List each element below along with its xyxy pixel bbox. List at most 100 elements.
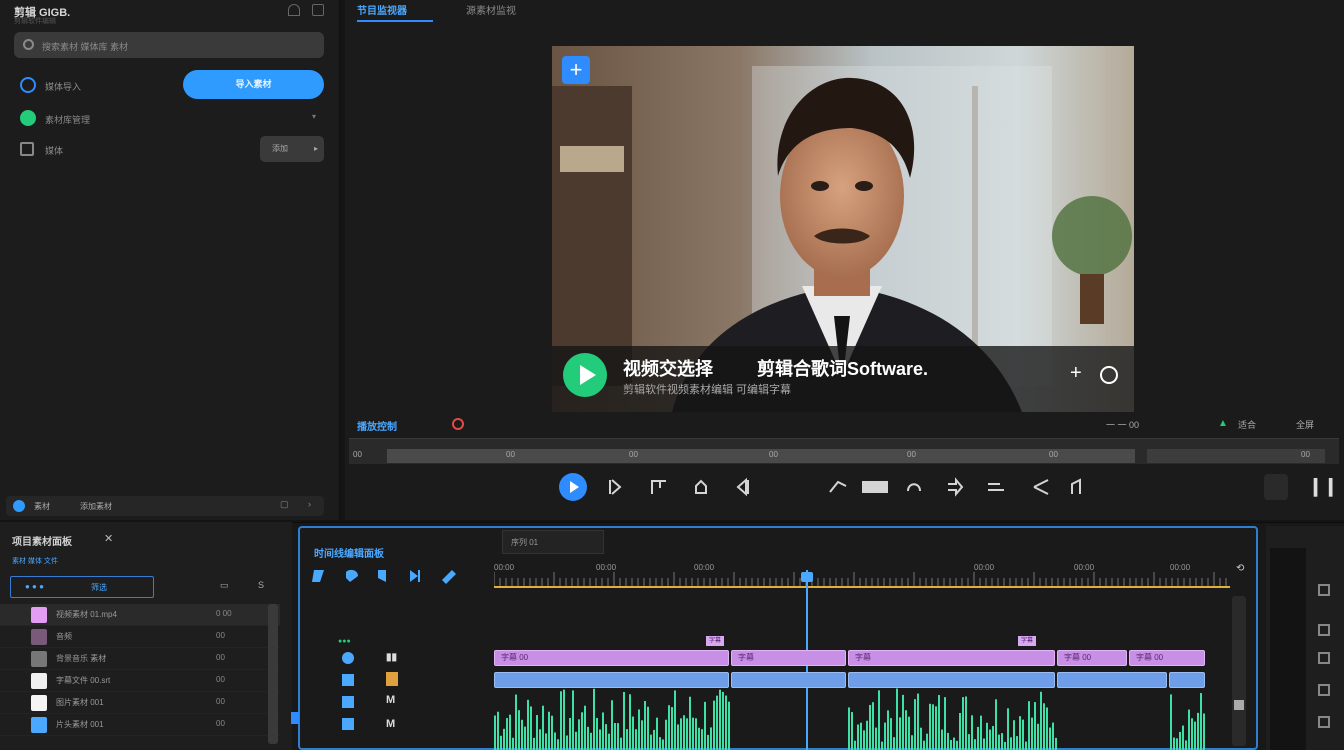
- audio-waveform[interactable]: [494, 688, 1206, 750]
- video-clip[interactable]: [1057, 672, 1167, 688]
- chevron-right-icon[interactable]: ›: [308, 499, 311, 509]
- list-item[interactable]: 片头素材 001 00: [0, 714, 280, 736]
- waveform-bar: [620, 737, 622, 750]
- razor-tool-icon: [410, 570, 420, 582]
- title-clip[interactable]: 字幕: [731, 650, 846, 666]
- list-view-icon[interactable]: ▭: [220, 580, 229, 591]
- timeline-ruler[interactable]: 00:00 00:00 00:00 00:00 00:00 00:00: [494, 562, 1230, 588]
- project-filter-tabs[interactable]: ● ● ● 筛选: [10, 576, 154, 598]
- audio-track-icon[interactable]: [342, 718, 354, 730]
- waveform-bar: [542, 705, 544, 750]
- solo-icon[interactable]: M: [386, 718, 395, 730]
- grid-icon[interactable]: [312, 4, 324, 16]
- list-item[interactable]: 视频素材 01.mp4 0 00: [0, 604, 280, 626]
- waveform-bar: [596, 717, 598, 750]
- track-indicator: ●●●: [338, 638, 351, 645]
- fit-label[interactable]: 适合: [1238, 418, 1256, 431]
- waveform-bar: [521, 719, 523, 750]
- fullscreen-label[interactable]: 全屏: [1296, 418, 1314, 431]
- settings-icon[interactable]: [1100, 366, 1118, 384]
- tool-icon[interactable]: [1318, 716, 1330, 728]
- pause-icon[interactable]: ❙❙: [1308, 476, 1338, 497]
- waveform-bar: [944, 697, 946, 750]
- scroll-thumb[interactable]: [1234, 700, 1244, 710]
- waveform-bar: [860, 722, 862, 750]
- list-item[interactable]: 音频 00: [0, 626, 280, 648]
- scrub-range[interactable]: [387, 449, 1135, 463]
- track-handle[interactable]: [291, 712, 299, 724]
- filter-label[interactable]: 筛选: [91, 582, 107, 593]
- tab-program-monitor[interactable]: 节目监视器: [357, 2, 407, 17]
- waveform-bar: [974, 739, 976, 750]
- video-track-icon[interactable]: [342, 674, 354, 686]
- waveform-bar: [929, 703, 931, 750]
- title-clip[interactable]: 字幕 00: [494, 650, 729, 666]
- title-clip[interactable]: 字幕 00: [1129, 650, 1205, 666]
- timeline-scrollbar[interactable]: [1232, 596, 1246, 746]
- video-clip[interactable]: [1169, 672, 1205, 688]
- tool-icon[interactable]: [1318, 624, 1330, 636]
- close-icon[interactable]: ✕: [104, 532, 113, 545]
- play-button[interactable]: [559, 473, 587, 501]
- record-icon[interactable]: [452, 418, 464, 430]
- waveform-bar: [500, 735, 502, 750]
- eye-icon[interactable]: [342, 652, 354, 664]
- waveform-bar: [707, 734, 709, 750]
- material-bar[interactable]: 素材 添加素材 ▢ ›: [6, 496, 324, 516]
- layout-button[interactable]: [1264, 474, 1288, 500]
- sequence-tab[interactable]: 序列 01: [502, 530, 604, 554]
- waveform-bar: [653, 729, 655, 750]
- video-clip[interactable]: [494, 672, 729, 688]
- waveform-bar: [869, 704, 871, 750]
- waveform-bar: [659, 737, 661, 750]
- waveform-bar: [887, 710, 889, 750]
- chevron-down-icon[interactable]: ▾: [312, 112, 316, 121]
- caption-play-button[interactable]: [563, 353, 607, 397]
- search-input[interactable]: 搜索素材 媒体库 素材: [14, 32, 324, 58]
- waveform-bar: [1185, 740, 1187, 750]
- waveform-bar: [704, 701, 706, 750]
- caption-left-text: 视频交选择: [623, 359, 713, 379]
- scrub-ruler[interactable]: 00 00 00 00 00 00 00: [349, 438, 1339, 464]
- scrollbar[interactable]: [268, 604, 278, 744]
- bell-icon[interactable]: [288, 4, 300, 16]
- waveform-bar: [878, 690, 880, 750]
- lift-icon: [695, 479, 707, 494]
- filter-icons[interactable]: ● ● ●: [25, 582, 44, 591]
- video-clip[interactable]: [848, 672, 1055, 688]
- waveform-bar: [881, 741, 883, 750]
- add-select[interactable]: 添加 ▸: [260, 136, 324, 162]
- marker-label[interactable]: 字幕: [706, 636, 725, 646]
- list-item[interactable]: 背景音乐 素材 00: [0, 648, 280, 670]
- tool-icon[interactable]: [1318, 584, 1330, 596]
- waveform-bar: [713, 700, 715, 750]
- tool-icon[interactable]: [1318, 652, 1330, 664]
- waveform-bar: [725, 695, 727, 750]
- title-clip[interactable]: 字幕 00: [1057, 650, 1127, 666]
- mute-icon[interactable]: M: [386, 694, 395, 706]
- waveform-bar: [941, 729, 943, 750]
- lock-icon[interactable]: ▮▮: [386, 652, 397, 663]
- sync-icon[interactable]: [386, 672, 398, 686]
- add-overlay-button[interactable]: +: [562, 56, 590, 84]
- video-clip[interactable]: [731, 672, 846, 688]
- waveform-bar: [494, 715, 496, 750]
- refresh-icon[interactable]: ⟲: [1236, 563, 1244, 574]
- pen-tool-icon: [442, 570, 456, 584]
- add-icon[interactable]: +: [1070, 362, 1082, 385]
- timeline-title: 时间线编辑面板: [314, 549, 384, 560]
- audio-track-icon[interactable]: [342, 696, 354, 708]
- sort-icon[interactable]: S: [258, 580, 264, 590]
- tool-icon[interactable]: [1318, 684, 1330, 696]
- list-item[interactable]: 字幕文件 00.srt 00: [0, 670, 280, 692]
- list-item[interactable]: 图片素材 001 00: [0, 692, 280, 714]
- waveform-bar: [1007, 708, 1009, 750]
- play-icon: [580, 365, 596, 385]
- square-icon[interactable]: ▢: [280, 499, 289, 510]
- import-button[interactable]: 导入素材: [183, 70, 324, 99]
- marker-label[interactable]: 字幕: [1018, 636, 1037, 646]
- waveform-bar: [512, 737, 514, 750]
- title-clip[interactable]: 字幕: [848, 650, 1055, 666]
- tab-source-monitor[interactable]: 源素材监视: [466, 2, 516, 17]
- waveform-bar: [1191, 718, 1193, 750]
